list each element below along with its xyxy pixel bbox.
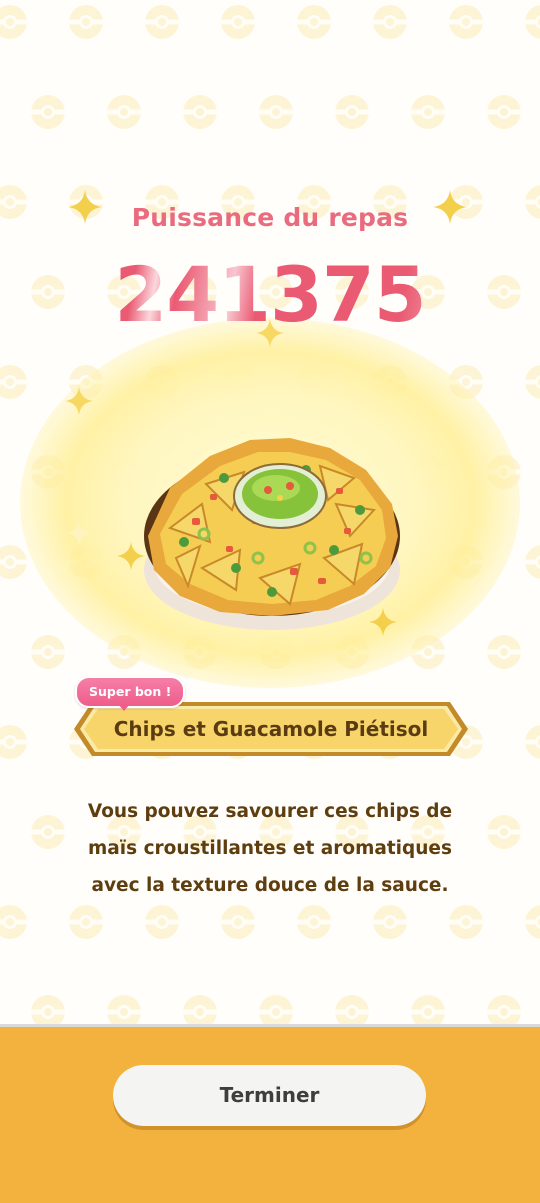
dish-description: Vous pouvez savourer ces chips de maïs c…	[40, 793, 500, 904]
sparkle-icon	[66, 520, 92, 546]
nachos-guacamole-plate-icon	[144, 438, 400, 630]
sparkle-icon	[116, 541, 146, 571]
dish-name: Chips et Guacamole Piétisol	[113, 717, 429, 741]
meal-power-label: Puissance du repas	[131, 203, 409, 232]
finish-button[interactable]: Terminer	[113, 1065, 426, 1126]
meal-power-value: 241375	[0, 250, 540, 339]
rating-badge: Super bon !	[75, 676, 186, 708]
description-line: avec la texture douce de la sauce.	[91, 875, 449, 896]
sparkle-icon	[368, 607, 398, 637]
description-line: Vous pouvez savourer ces chips de	[87, 801, 453, 822]
rating-badge-tail	[118, 704, 130, 711]
description-line: maïs croustillantes et aromatiques	[88, 838, 452, 859]
sparkle-icon	[64, 386, 94, 416]
